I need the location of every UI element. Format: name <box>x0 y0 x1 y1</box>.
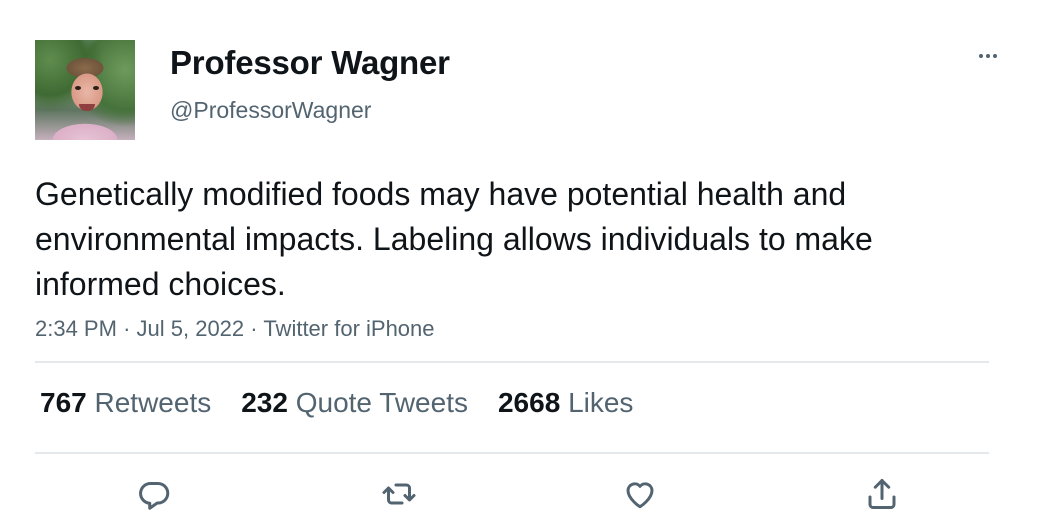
reply-button[interactable] <box>135 474 175 514</box>
retweet-icon <box>382 483 416 505</box>
likes-label: Likes <box>568 387 634 418</box>
tweet-date[interactable]: Jul 5, 2022 <box>137 316 245 341</box>
divider <box>35 452 989 454</box>
share-icon <box>868 479 896 509</box>
likes-count: 2668 <box>497 387 561 418</box>
tweet-metadata: 2:34 PM · Jul 5, 2022 · Twitter for iPho… <box>35 316 435 342</box>
avatar-mouth <box>79 104 95 111</box>
more-horizontal-icon <box>979 54 983 58</box>
avatar-eye-right <box>93 86 99 90</box>
tweet-source[interactable]: Twitter for iPhone <box>263 316 434 341</box>
more-options-button[interactable] <box>972 44 1004 68</box>
author-name[interactable]: Professor Wagner <box>170 44 450 82</box>
divider <box>35 361 989 363</box>
author-handle[interactable]: @ProfessorWagner <box>170 97 371 124</box>
avatar-eye-left <box>75 86 81 90</box>
retweets-count: 767 <box>40 387 87 418</box>
like-button[interactable] <box>620 474 660 514</box>
meta-separator: · <box>123 316 137 341</box>
more-horizontal-icon <box>986 54 990 58</box>
tweet-stats: 767 Retweets 232 Quote Tweets 2668 Likes <box>40 387 663 419</box>
avatar[interactable] <box>35 40 135 140</box>
retweets-stat[interactable]: 767 Retweets <box>40 387 211 419</box>
tweet-card: Professor Wagner @ProfessorWagner Geneti… <box>0 0 1050 525</box>
retweets-label: Retweets <box>94 387 212 418</box>
reply-icon <box>139 482 170 510</box>
share-button[interactable] <box>862 474 902 514</box>
more-horizontal-icon <box>993 54 997 58</box>
tweet-time[interactable]: 2:34 PM <box>35 316 117 341</box>
likes-stat[interactable]: 2668 Likes <box>498 387 633 419</box>
quote-tweets-label: Quote Tweets <box>295 387 468 418</box>
tweet-actions <box>0 474 1050 514</box>
quote-tweets-stat[interactable]: 232 Quote Tweets <box>241 387 468 419</box>
tweet-text: Genetically modified foods may have pote… <box>35 176 873 302</box>
meta-separator: · <box>250 316 264 341</box>
heart-icon <box>626 482 654 509</box>
retweet-button[interactable] <box>379 474 419 514</box>
quote-tweets-count: 232 <box>241 387 288 418</box>
